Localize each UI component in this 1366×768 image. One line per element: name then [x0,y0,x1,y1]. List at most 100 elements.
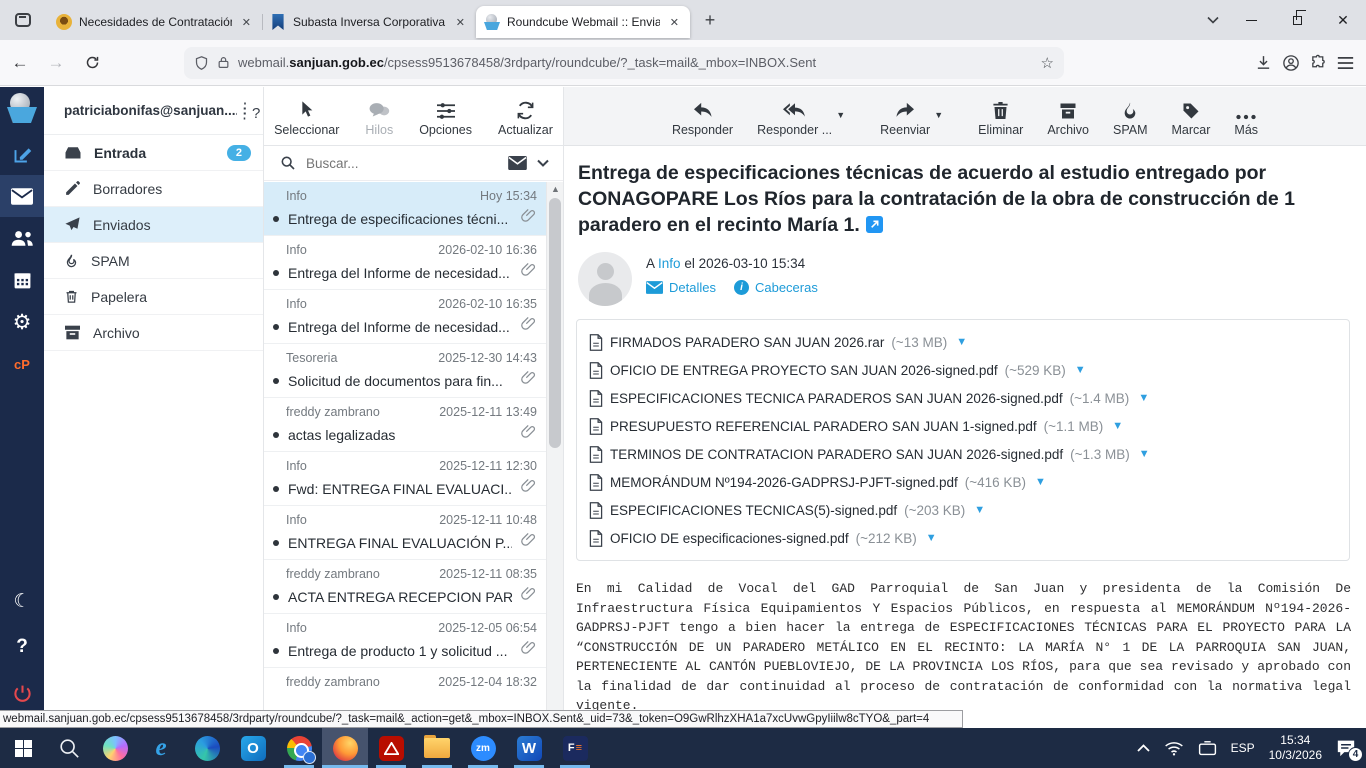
recipient-link[interactable]: Info [658,256,681,271]
reload-button[interactable] [76,47,108,79]
notification-center-icon[interactable]: 4 [1336,739,1356,757]
attachment-menu-caret[interactable]: ▼ [956,336,967,348]
message-list-item[interactable]: freddy zambrano 2025-12-11 13:49 actas l… [264,398,547,452]
scrollbar-thumb[interactable] [549,198,561,448]
help-icon[interactable]: ? [0,626,44,668]
chrome-icon[interactable] [276,728,322,768]
attachment-item[interactable]: ESPECIFICACIONES TECNICAS(5)-signed.pdf … [589,496,985,524]
list-scrollbar[interactable]: ▲ ▼ [546,182,563,728]
tab-close-icon[interactable]: ✕ [239,15,254,30]
clock[interactable]: 15:34 10/3/2026 [1269,733,1322,763]
unread-dot[interactable] [273,540,279,546]
refresh-button[interactable]: Actualizar [498,98,553,137]
downloads-icon[interactable] [1255,54,1272,71]
start-button[interactable] [0,728,46,768]
search-bar[interactable] [264,146,563,181]
message-list-item[interactable]: Tesoreria 2025-12-30 14:43 Solicitud de … [264,344,547,398]
unread-dot[interactable] [273,378,279,384]
account-menu-kebab-icon[interactable]: ⋮⋮? [237,106,253,116]
account-icon[interactable] [1282,54,1300,72]
options-button[interactable]: Opciones [419,98,472,137]
message-list-item[interactable]: Info 2025-12-05 06:54 Entrega de product… [264,614,547,668]
threads-button[interactable]: Hilos [365,98,393,137]
attachment-item[interactable]: OFICIO DE especificaciones-signed.pdf (~… [589,524,937,552]
unread-dot[interactable] [273,324,279,330]
attachment-menu-caret[interactable]: ▼ [1035,476,1046,488]
window-minimize-button[interactable] [1228,0,1274,40]
message-list-item[interactable]: Info 2026-02-10 16:35 Entrega del Inform… [264,290,547,344]
archive-button[interactable]: Archivo [1047,98,1089,137]
extensions-icon[interactable] [1310,54,1327,71]
firefox-view-icon[interactable] [8,6,38,34]
menu-hamburger-icon[interactable] [1337,56,1354,70]
unread-dot[interactable] [273,486,279,492]
folder-borradores[interactable]: Borradores [44,171,263,207]
message-list-item[interactable]: Info 2025-12-11 12:30 Fwd: ENTREGA FINAL… [264,452,547,506]
cpanel-icon[interactable]: cP [0,343,44,385]
edge-icon[interactable] [184,728,230,768]
message-list-item[interactable]: freddy zambrano 2025-12-11 08:35 ACTA EN… [264,560,547,614]
folder-entrada[interactable]: Entrada 2 [44,135,263,171]
copilot-icon[interactable] [92,728,138,768]
calendar-nav-icon[interactable] [0,259,44,301]
browser-tab-2[interactable]: Subasta Inversa Corporativa de ✕ [262,6,476,38]
mail-nav-icon[interactable] [0,175,44,217]
message-list-item[interactable]: Info Hoy 15:34 Entrega de especificacion… [264,182,547,236]
search-options-chevron-icon[interactable] [537,154,549,172]
unread-dot[interactable] [273,432,279,438]
unread-dot[interactable] [273,270,279,276]
scroll-up-arrow[interactable]: ▲ [547,182,564,197]
lock-icon[interactable] [217,55,230,70]
firefox-icon[interactable] [322,728,368,768]
back-button[interactable]: ← [4,47,36,79]
acrobat-icon[interactable] [368,728,414,768]
attachment-menu-caret[interactable]: ▼ [926,532,937,544]
attachment-menu-caret[interactable]: ▼ [1139,448,1150,460]
forward-button[interactable]: Reenviar ▼ [880,98,930,137]
message-list-item[interactable]: Info 2026-02-10 16:36 Entrega del Inform… [264,236,547,290]
bookmark-star-icon[interactable]: ☆ [1041,54,1054,72]
settings-gear-icon[interactable]: ⚙ [0,301,44,343]
url-bar[interactable]: webmail.sanjuan.gob.ec/cpsess9513678458/… [184,47,1064,79]
window-restore-button[interactable] [1274,0,1320,40]
browser-tab-active[interactable]: Roundcube Webmail :: Enviados ✕ [476,6,690,38]
reply-all-button[interactable]: Responder ... ▼ [757,98,832,137]
tab-close-icon[interactable]: ✕ [453,15,468,30]
wifi-icon[interactable] [1164,741,1184,756]
search-input[interactable] [306,156,498,171]
message-list-item[interactable]: Info 2025-12-11 10:48 ENTREGA FINAL EVAL… [264,506,547,560]
folder-spam[interactable]: SPAM [44,243,263,279]
word-icon[interactable]: W [506,728,552,768]
shield-icon[interactable] [194,55,209,71]
attachment-menu-caret[interactable]: ▼ [1112,420,1123,432]
attachment-item[interactable]: PRESUPUESTO REFERENCIAL PARADERO SAN JUA… [589,412,1337,440]
attachment-item[interactable]: OFICIO DE ENTREGA PROYECTO SAN JUAN 2026… [589,356,1337,384]
attachment-item[interactable]: TERMINOS DE CONTRATACION PARADERO SAN JU… [589,440,1337,468]
logout-power-icon[interactable] [0,672,44,714]
more-button[interactable]: Más [1234,98,1258,137]
unread-dot[interactable] [273,648,279,654]
attachment-item[interactable]: FIRMADOS PARADERO SAN JUAN 2026.rar (~13… [589,328,1337,356]
dark-mode-icon[interactable]: ☾ [0,580,44,622]
firmaec-icon[interactable]: F≡ [552,728,598,768]
details-link[interactable]: Detalles [646,280,716,295]
attachment-item[interactable]: MEMORÁNDUM Nº194-2026-GADPRSJ-PJFT-signe… [589,468,1337,496]
attachment-item[interactable]: ESPECIFICACIONES TECNICA PARADEROS SAN J… [589,384,1337,412]
delete-button[interactable]: Eliminar [978,98,1023,137]
reply-button[interactable]: Responder [672,98,733,137]
list-all-tabs-icon[interactable] [1198,0,1228,40]
contacts-nav-icon[interactable] [0,217,44,259]
folder-papelera[interactable]: Papelera [44,279,263,315]
external-link-icon[interactable] [866,214,883,231]
reply-all-dropdown-caret[interactable]: ▼ [836,110,845,120]
unread-dot[interactable] [273,594,279,600]
mark-button[interactable]: Marcar [1172,98,1211,137]
unread-dot[interactable] [273,216,279,222]
zoom-icon[interactable]: zm [460,728,506,768]
compose-button[interactable] [0,133,44,175]
forward-dropdown-caret[interactable]: ▼ [934,110,943,120]
tray-chevron-up-icon[interactable] [1137,744,1150,752]
attachment-menu-caret[interactable]: ▼ [974,504,985,516]
attachment-menu-caret[interactable]: ▼ [1075,364,1086,376]
spam-button[interactable]: SPAM [1113,98,1148,137]
